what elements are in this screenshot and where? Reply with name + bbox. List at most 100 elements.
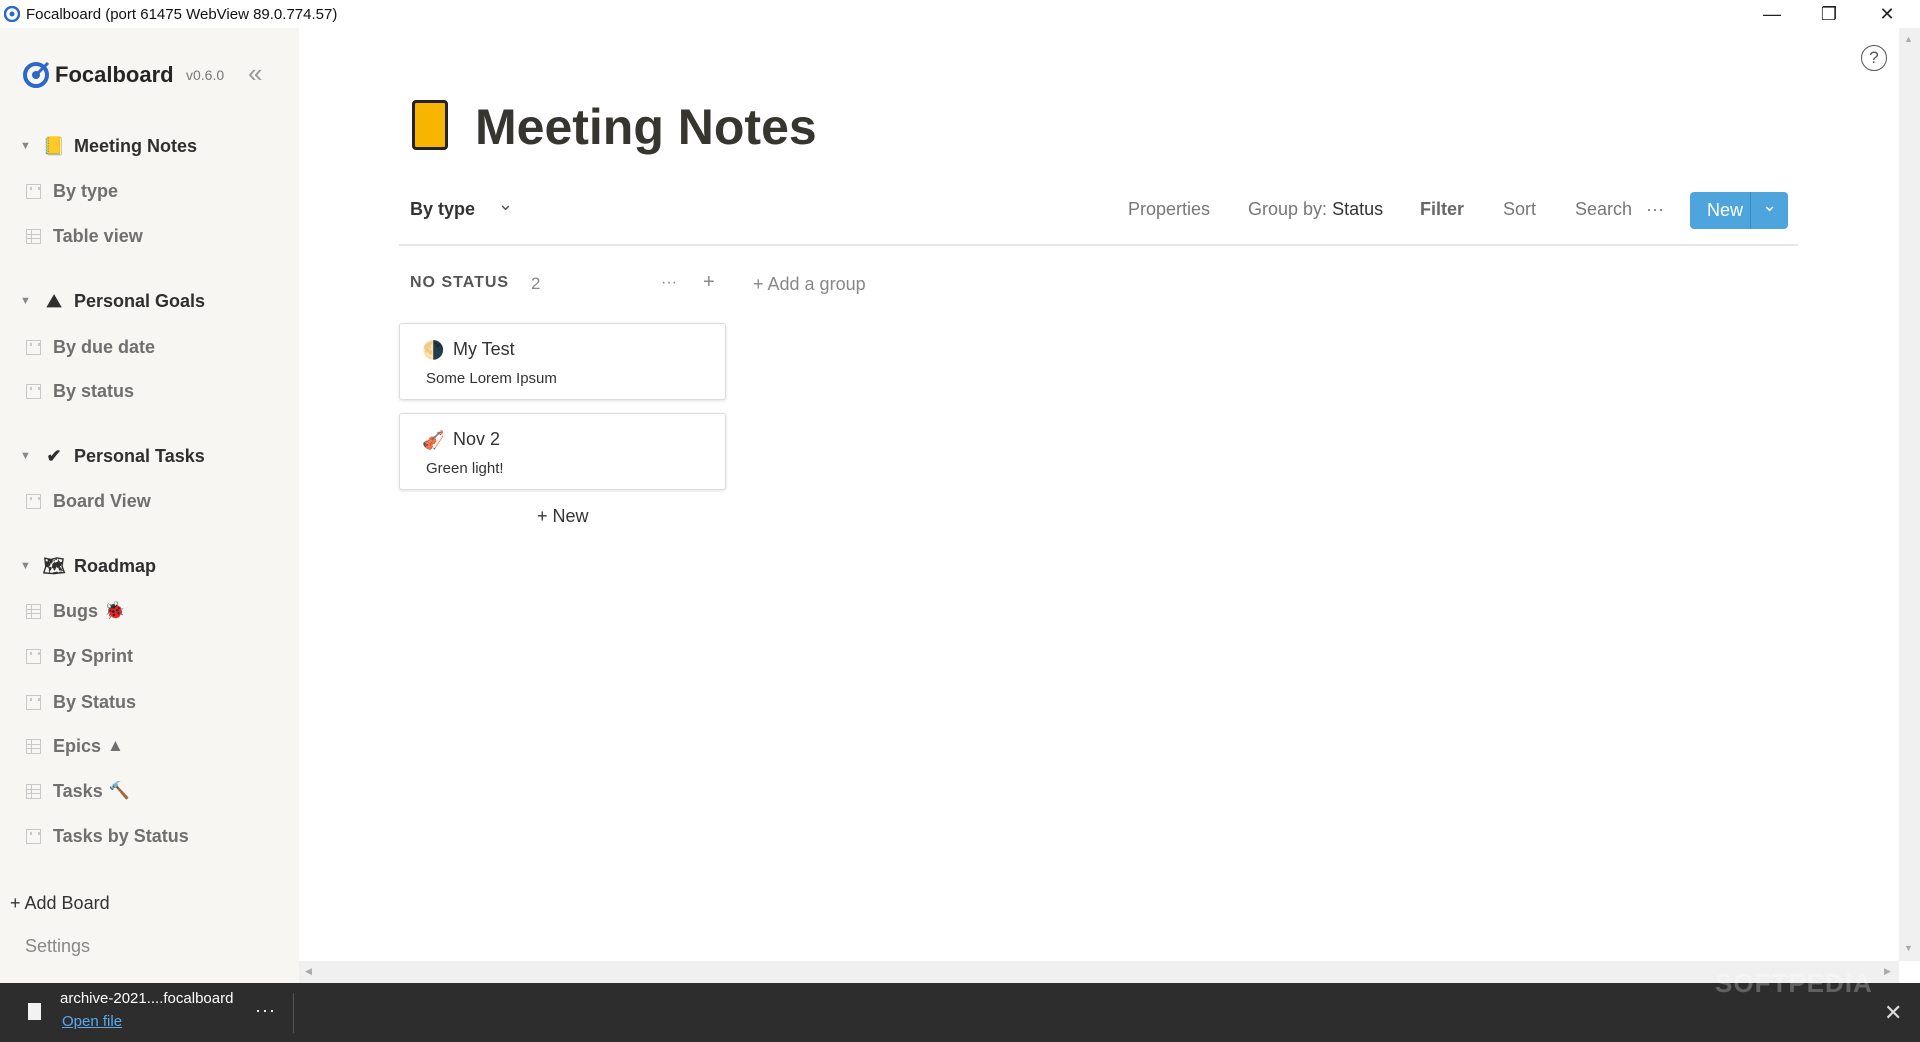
board-view-icon [26,493,41,509]
collapse-sidebar-icon[interactable]: « [248,58,262,89]
mountain-icon: ⛰ [46,290,62,311]
focalboard-app-icon [4,6,20,22]
sidebar-view-item[interactable]: By type [26,179,118,203]
sidebar-view-item[interactable]: Tasks 🔨 [26,779,130,803]
close-button[interactable]: ✕ [1867,2,1907,26]
settings-button[interactable]: Settings [25,936,90,957]
restore-button[interactable]: ❐ [1809,2,1849,26]
focalboard-logo-icon [23,61,50,88]
card-title: My Test [453,339,515,359]
check-icon: ✔ [46,445,62,466]
sidebar-view-item[interactable]: Bugs 🐞 [26,599,125,623]
download-filename: archive-2021....focalboard [60,990,234,1007]
new-button-label: New [1707,200,1744,220]
filter-button[interactable]: Filter [1420,199,1464,220]
board-view-icon [26,383,41,399]
sidebar-view-item[interactable]: By due date [26,335,155,359]
board-view-icon [26,828,41,844]
card-description: Green light! [426,460,504,477]
more-options-button[interactable]: ··· [1646,199,1664,220]
card-emoji-icon: 🌗 [422,340,445,360]
sidebar-board-item[interactable]: ▼ ✔ Personal Tasks [20,444,205,468]
group-name[interactable]: NO STATUS [410,274,509,292]
board-label: Meeting Notes [74,135,198,156]
chevron-down-icon[interactable]: ⌄ [1762,195,1777,216]
view-emoji-icon: 🐞 [104,601,126,620]
card-title: Nov 2 [453,429,501,449]
view-label: Board View [53,490,151,511]
board-label: Personal Tasks [74,445,205,466]
sort-button[interactable]: Sort [1503,199,1536,220]
properties-button[interactable]: Properties [1128,199,1210,220]
window-title: Focalboard (port 61475 WebView 89.0.774.… [26,6,338,23]
board-card[interactable]: 🎻 Nov 2 Green light! [399,413,726,490]
group-count: 2 [531,274,541,293]
view-emoji-icon: 🔨 [108,781,130,800]
map-icon: 🗺 [42,555,66,576]
triangle-down-icon[interactable]: ▼ [20,450,42,462]
view-label: Bugs [53,600,98,621]
add-group-button[interactable]: + Add a group [753,274,866,295]
board-label: Personal Goals [74,290,206,311]
new-card-button[interactable]: New ⌄ [1690,192,1788,229]
sidebar-board-item[interactable]: ▼ 🗺 Roadmap [20,554,156,578]
add-board-button[interactable]: + Add Board [10,893,110,914]
download-divider [293,993,294,1033]
file-icon [28,1003,41,1020]
view-label: By Sprint [53,645,134,666]
view-label: Table view [53,225,143,246]
notepad-icon [412,100,448,150]
sidebar-view-item[interactable]: Tasks by Status [26,824,189,848]
group-more-icon[interactable]: ··· [661,274,677,292]
version-label: v0.6.0 [186,67,225,83]
add-card-icon[interactable]: + [703,271,715,294]
view-label: Tasks by Status [53,825,189,846]
sidebar-view-item[interactable]: By Status [26,690,136,714]
view-selector[interactable]: By type [410,199,475,220]
sidebar-view-item[interactable]: Board View [26,489,151,513]
help-icon[interactable]: ? [1861,45,1887,71]
chevron-down-icon[interactable]: ⌄ [498,194,513,215]
page-title[interactable]: Meeting Notes [475,98,817,156]
logo-text: Focalboard [55,62,174,87]
open-file-link[interactable]: Open file [62,1013,122,1030]
board-view-icon [26,339,41,355]
board-card[interactable]: 🌗 My Test Some Lorem Ipsum [399,323,726,400]
view-emoji-icon: ▲ [107,736,124,755]
card-description: Some Lorem Ipsum [426,370,557,387]
sidebar-view-item[interactable]: Table view [26,224,143,248]
view-label: Epics [53,735,102,756]
sidebar-view-item[interactable]: By status [26,379,134,403]
view-label: By Status [53,691,137,712]
table-view-icon [26,783,41,799]
triangle-down-icon[interactable]: ▼ [20,140,42,152]
search-button[interactable]: Search [1575,199,1632,220]
card-emoji-icon: 🎻 [422,430,445,450]
add-new-card-button[interactable]: + New [537,506,589,527]
vertical-scrollbar[interactable]: ▲ ▼ [1899,28,1920,961]
sidebar-board-item[interactable]: ▼ ⛰ Personal Goals [20,289,205,313]
table-view-icon [26,228,41,244]
table-view-icon [26,603,41,619]
triangle-down-icon[interactable]: ▼ [20,560,42,572]
sidebar-view-item[interactable]: Epics ▲ [26,734,124,758]
sidebar-board-item[interactable]: ▼ 📒 Meeting Notes [20,134,197,158]
horizontal-scrollbar[interactable]: ◀ ▶ [299,961,1899,983]
view-label: By type [53,180,119,201]
sidebar-view-item[interactable]: By Sprint [26,644,133,668]
board-view-icon [26,648,41,664]
download-more-button[interactable]: ··· [255,1000,276,1021]
group-by-value: Status [1332,199,1384,219]
minimize-button[interactable]: — [1752,2,1792,26]
watermark: SOFTPEDIA [1715,968,1873,998]
view-label: Tasks [53,780,103,801]
view-label: By status [53,380,135,401]
triangle-down-icon[interactable]: ▼ [20,295,42,307]
close-download-bar-button[interactable]: ✕ [1884,1000,1902,1026]
table-view-icon [26,738,41,754]
group-by-label: Group by: [1248,199,1328,219]
notepad-icon: 📒 [42,135,66,156]
group-by-button[interactable]: Group by: Status [1248,199,1383,220]
board-view-icon [26,183,41,199]
board-view-icon [26,694,41,710]
